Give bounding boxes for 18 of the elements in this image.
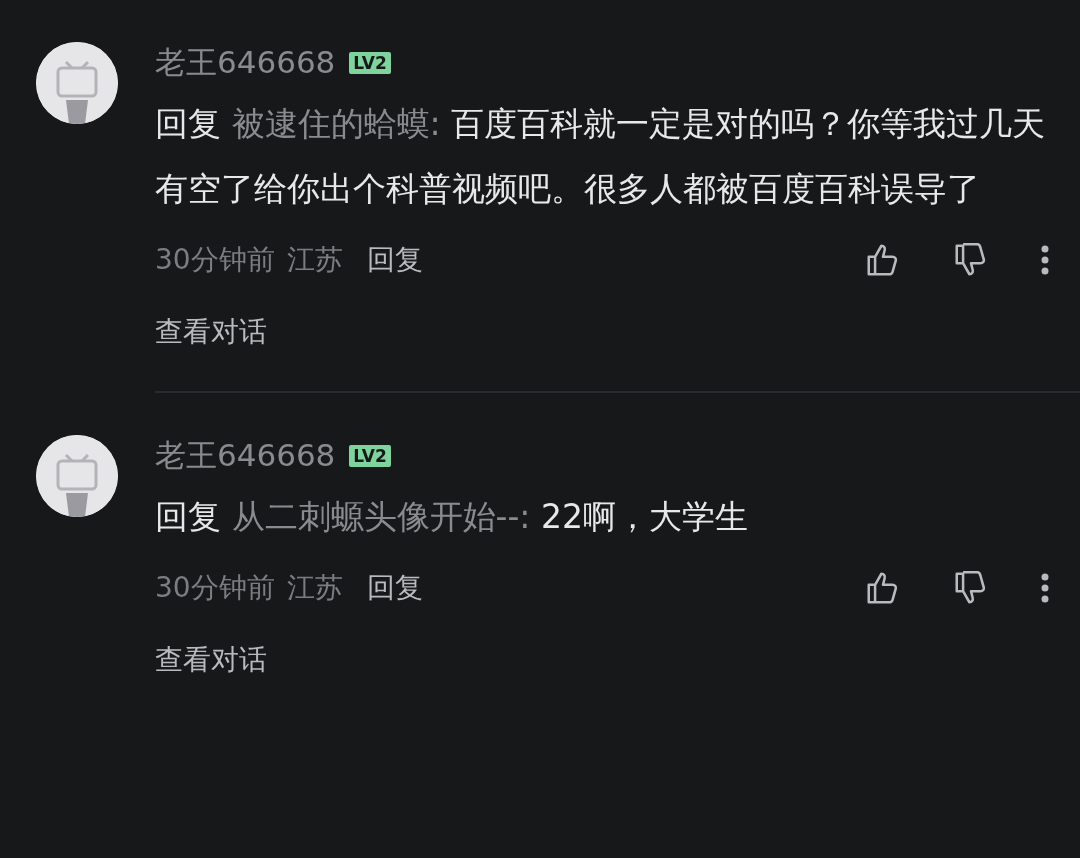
username[interactable]: 老王646668 [155,44,336,80]
reply-button[interactable]: 回复 [366,239,423,281]
location: 江苏 [286,242,343,278]
reply-button[interactable]: 回复 [366,567,423,609]
more-icon[interactable] [1040,572,1050,604]
username[interactable]: 老王646668 [155,437,336,473]
location: 江苏 [286,570,343,606]
avatar-icon [36,42,118,124]
view-conversation-link[interactable]: 查看对话 [155,311,267,353]
more-icon[interactable] [1040,244,1050,276]
timestamp: 30分钟前 [155,242,275,278]
view-conversation-link[interactable]: 查看对话 [155,639,267,681]
avatar-icon [36,435,118,517]
timestamp: 30分钟前 [155,570,275,606]
comment-text: 回复 从二刺螈头像开始--: 22啊，大学生 [155,496,749,538]
level-badge: LV2 [349,52,391,74]
level-badge: LV2 [349,445,391,467]
comment-text: 回复 被逮住的蛤蟆: 百度百科就一定是对的吗？你等我过几天有空了给你出个科普视频吧。很多人都被百度百科误导了 [155,103,1047,210]
